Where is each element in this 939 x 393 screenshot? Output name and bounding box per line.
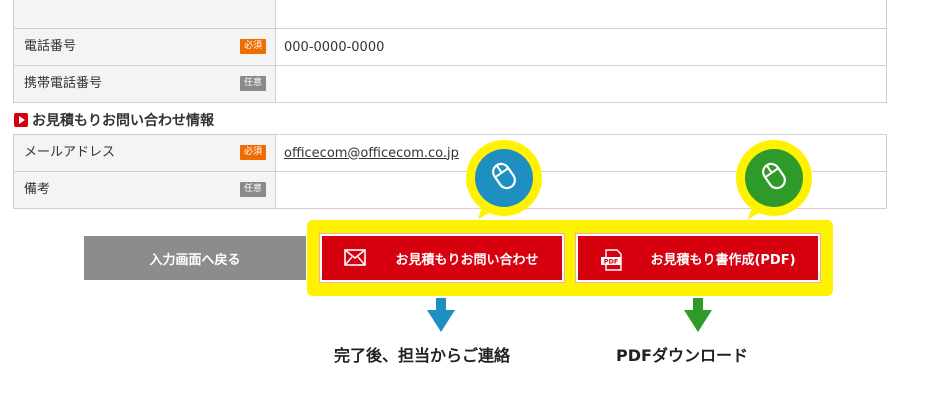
label-cell: メールアドレス 必須 [13, 134, 276, 172]
mobile-phone-value[interactable] [275, 65, 887, 103]
contact-table: 電話番号 必須 000-0000-0000 携帯電話番号 任意 [13, 0, 887, 103]
pdf-file-icon: PDF [600, 249, 626, 275]
mouse-icon [759, 160, 789, 196]
back-to-input-button[interactable]: 入力画面へ戻る [84, 236, 306, 280]
phone-value[interactable]: 000-0000-0000 [275, 28, 887, 66]
section-heading: お見積もりお問い合わせ情報 [14, 110, 214, 130]
value-cell[interactable] [275, 0, 887, 29]
optional-badge: 任意 [239, 76, 266, 91]
pdf-caption: PDFダウンロード [616, 346, 748, 365]
required-badge: 必須 [239, 39, 266, 54]
table-row [13, 0, 887, 29]
phone-value-text: 000-0000-0000 [284, 39, 385, 55]
callout-bubble [736, 140, 812, 216]
mouse-icon [489, 160, 519, 196]
estimate-inquiry-button[interactable]: お見積もりお問い合わせ [320, 234, 564, 282]
remarks-label: 備考 [24, 182, 51, 197]
label-cell [13, 0, 276, 29]
inquiry-caption: 完了後、担当からご連絡 [334, 346, 511, 365]
table-row: 携帯電話番号 任意 [13, 65, 887, 103]
label-cell: 電話番号 必須 [13, 28, 276, 66]
table-row: 電話番号 必須 000-0000-0000 [13, 28, 887, 66]
email-link[interactable]: officecom@officecom.co.jp [284, 146, 459, 161]
section-title: お見積もりお問い合わせ情報 [32, 113, 214, 129]
callout-bubble [466, 140, 542, 216]
label-cell: 携帯電話番号 任意 [13, 65, 276, 103]
phone-label: 電話番号 [24, 39, 77, 54]
label-cell: 備考 任意 [13, 171, 276, 209]
email-label: メールアドレス [24, 145, 116, 160]
svg-text:PDF: PDF [604, 258, 619, 266]
envelope-icon [344, 249, 366, 270]
create-estimate-pdf-button[interactable]: PDF お見積もり書作成(PDF) [576, 234, 820, 282]
optional-badge: 任意 [239, 182, 266, 197]
play-icon [14, 113, 28, 127]
create-estimate-pdf-label: お見積もり書作成(PDF) [650, 252, 796, 268]
mobile-phone-label: 携帯電話番号 [24, 76, 103, 91]
required-badge: 必須 [239, 145, 266, 160]
estimate-inquiry-label: お見積もりお問い合わせ [395, 252, 539, 268]
